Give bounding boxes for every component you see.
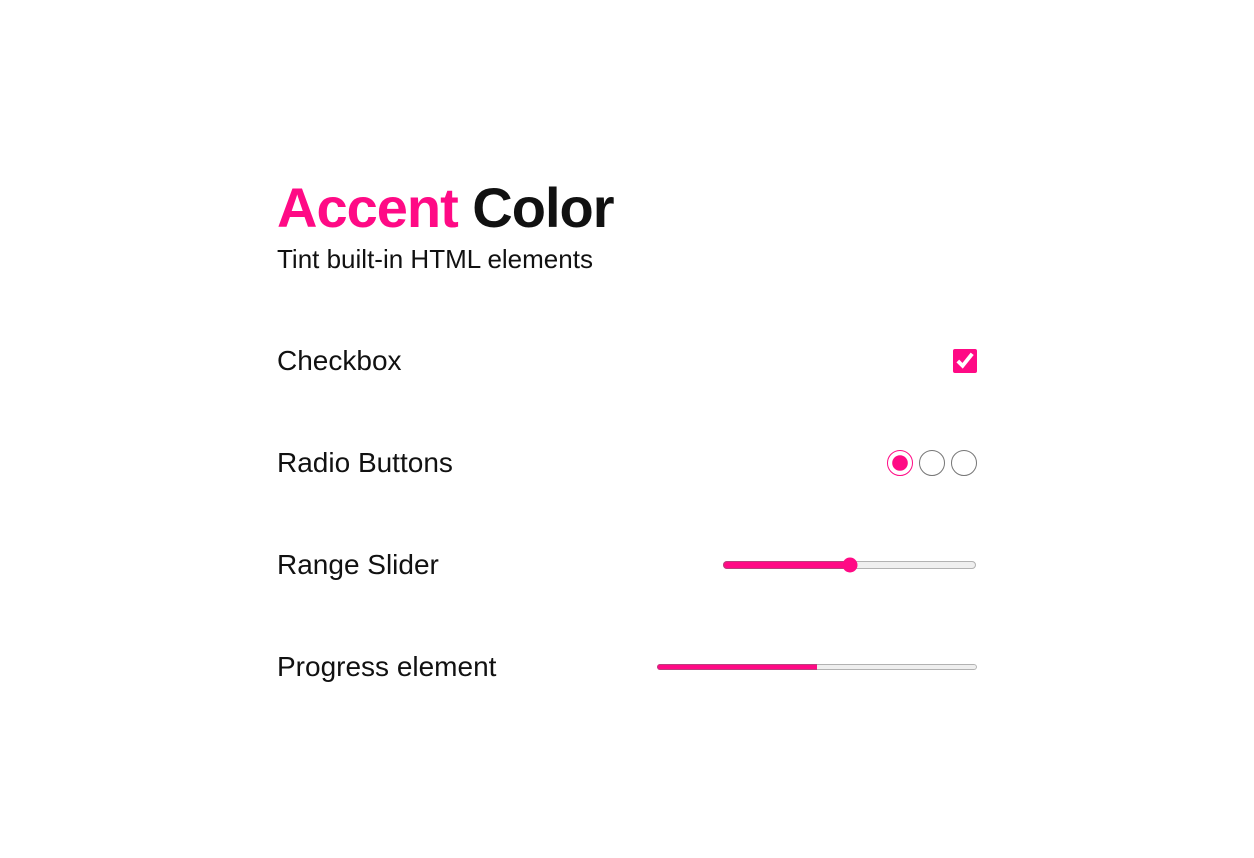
title-accent-word: Accent — [277, 176, 458, 239]
progress-row: Progress element — [277, 651, 977, 683]
page-title: Accent Color — [277, 175, 977, 240]
range-label: Range Slider — [277, 549, 439, 581]
checkbox-input[interactable] — [953, 349, 977, 373]
content-container: Accent Color Tint built-in HTML elements… — [277, 175, 977, 683]
checkbox-row: Checkbox — [277, 345, 977, 377]
progress-label: Progress element — [277, 651, 496, 683]
radio-option-3[interactable] — [951, 450, 977, 476]
page-subtitle: Tint built-in HTML elements — [277, 244, 977, 275]
radio-option-2[interactable] — [919, 450, 945, 476]
range-input[interactable] — [722, 557, 977, 573]
checkbox-control — [953, 349, 977, 373]
range-control — [722, 557, 977, 573]
progress-control — [657, 661, 977, 673]
title-rest: Color — [458, 176, 614, 239]
radio-control — [887, 450, 977, 476]
radio-row: Radio Buttons — [277, 447, 977, 479]
radio-label: Radio Buttons — [277, 447, 453, 479]
progress-element — [657, 661, 977, 673]
radio-option-1[interactable] — [887, 450, 913, 476]
range-row: Range Slider — [277, 549, 977, 581]
checkbox-label: Checkbox — [277, 345, 402, 377]
